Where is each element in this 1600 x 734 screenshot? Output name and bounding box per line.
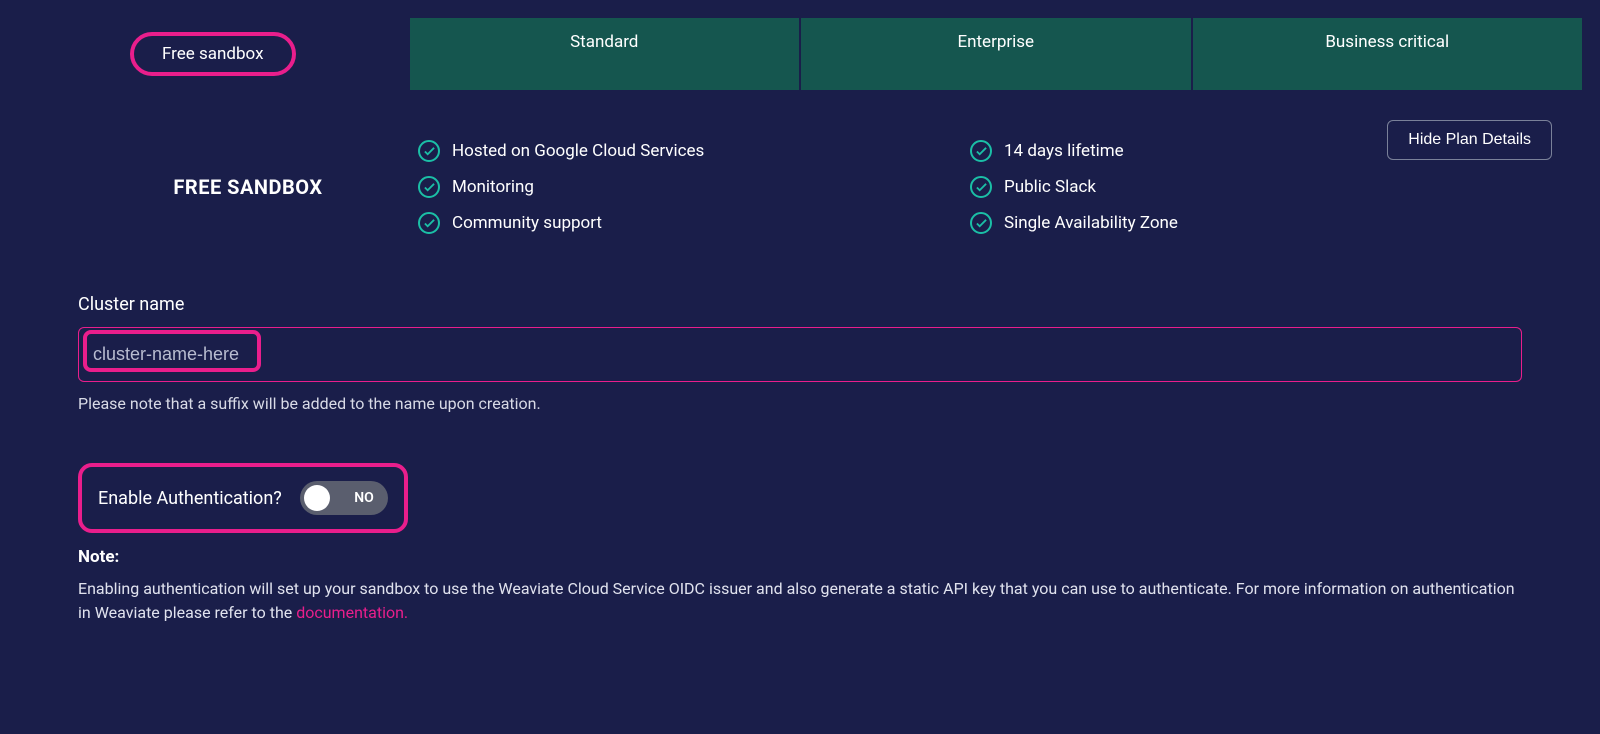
plan-tabs: Free sandbox Standard Enterprise Busines… bbox=[18, 18, 1582, 90]
tab-label: Standard bbox=[570, 32, 638, 52]
tab-label: Enterprise bbox=[957, 32, 1034, 52]
cluster-name-input-wrapper bbox=[78, 327, 1522, 382]
feature-text: Single Availability Zone bbox=[1004, 213, 1178, 233]
tab-business-critical[interactable]: Business critical bbox=[1193, 18, 1583, 90]
feature-text: Public Slack bbox=[1004, 177, 1096, 197]
feature-item: 14 days lifetime bbox=[970, 140, 1522, 162]
feature-text: Hosted on Google Cloud Services bbox=[452, 141, 704, 161]
feature-item: Hosted on Google Cloud Services bbox=[418, 140, 970, 162]
toggle-value: NO bbox=[354, 490, 374, 506]
plan-title: FREE SANDBOX bbox=[173, 175, 322, 199]
plan-details: FREE SANDBOX Hosted on Google Cloud Serv… bbox=[18, 140, 1582, 234]
documentation-link[interactable]: documentation. bbox=[296, 603, 408, 622]
enable-auth-toggle[interactable]: NO bbox=[300, 481, 388, 515]
tab-label: Business critical bbox=[1325, 32, 1449, 52]
feature-item: Public Slack bbox=[970, 176, 1522, 198]
tab-free-sandbox[interactable]: Free sandbox bbox=[18, 18, 408, 90]
note-title: Note: bbox=[78, 547, 1522, 567]
cluster-name-label: Cluster name bbox=[78, 294, 1522, 315]
toggle-knob bbox=[304, 485, 330, 511]
check-icon bbox=[418, 212, 440, 234]
check-icon bbox=[418, 140, 440, 162]
tab-label: Free sandbox bbox=[130, 32, 296, 76]
note-text: Enabling authentication will set up your… bbox=[78, 577, 1522, 625]
tab-standard[interactable]: Standard bbox=[410, 18, 800, 90]
feature-text: Monitoring bbox=[452, 177, 534, 197]
check-icon bbox=[970, 140, 992, 162]
enable-auth-row: Enable Authentication? NO bbox=[78, 463, 408, 533]
feature-item: Single Availability Zone bbox=[970, 212, 1522, 234]
check-icon bbox=[970, 176, 992, 198]
feature-item: Community support bbox=[418, 212, 970, 234]
cluster-name-input[interactable] bbox=[83, 332, 1517, 377]
check-icon bbox=[418, 176, 440, 198]
features-column-right: 14 days lifetime Public Slack Single Ava… bbox=[970, 140, 1522, 234]
feature-text: 14 days lifetime bbox=[1004, 141, 1124, 161]
feature-text: Community support bbox=[452, 213, 602, 233]
check-icon bbox=[970, 212, 992, 234]
features-column-left: Hosted on Google Cloud Services Monitori… bbox=[418, 140, 970, 234]
feature-item: Monitoring bbox=[418, 176, 970, 198]
cluster-name-helper: Please note that a suffix will be added … bbox=[78, 394, 1522, 413]
enable-auth-label: Enable Authentication? bbox=[98, 488, 282, 509]
note-text-body: Enabling authentication will set up your… bbox=[78, 579, 1515, 622]
tab-enterprise[interactable]: Enterprise bbox=[801, 18, 1191, 90]
